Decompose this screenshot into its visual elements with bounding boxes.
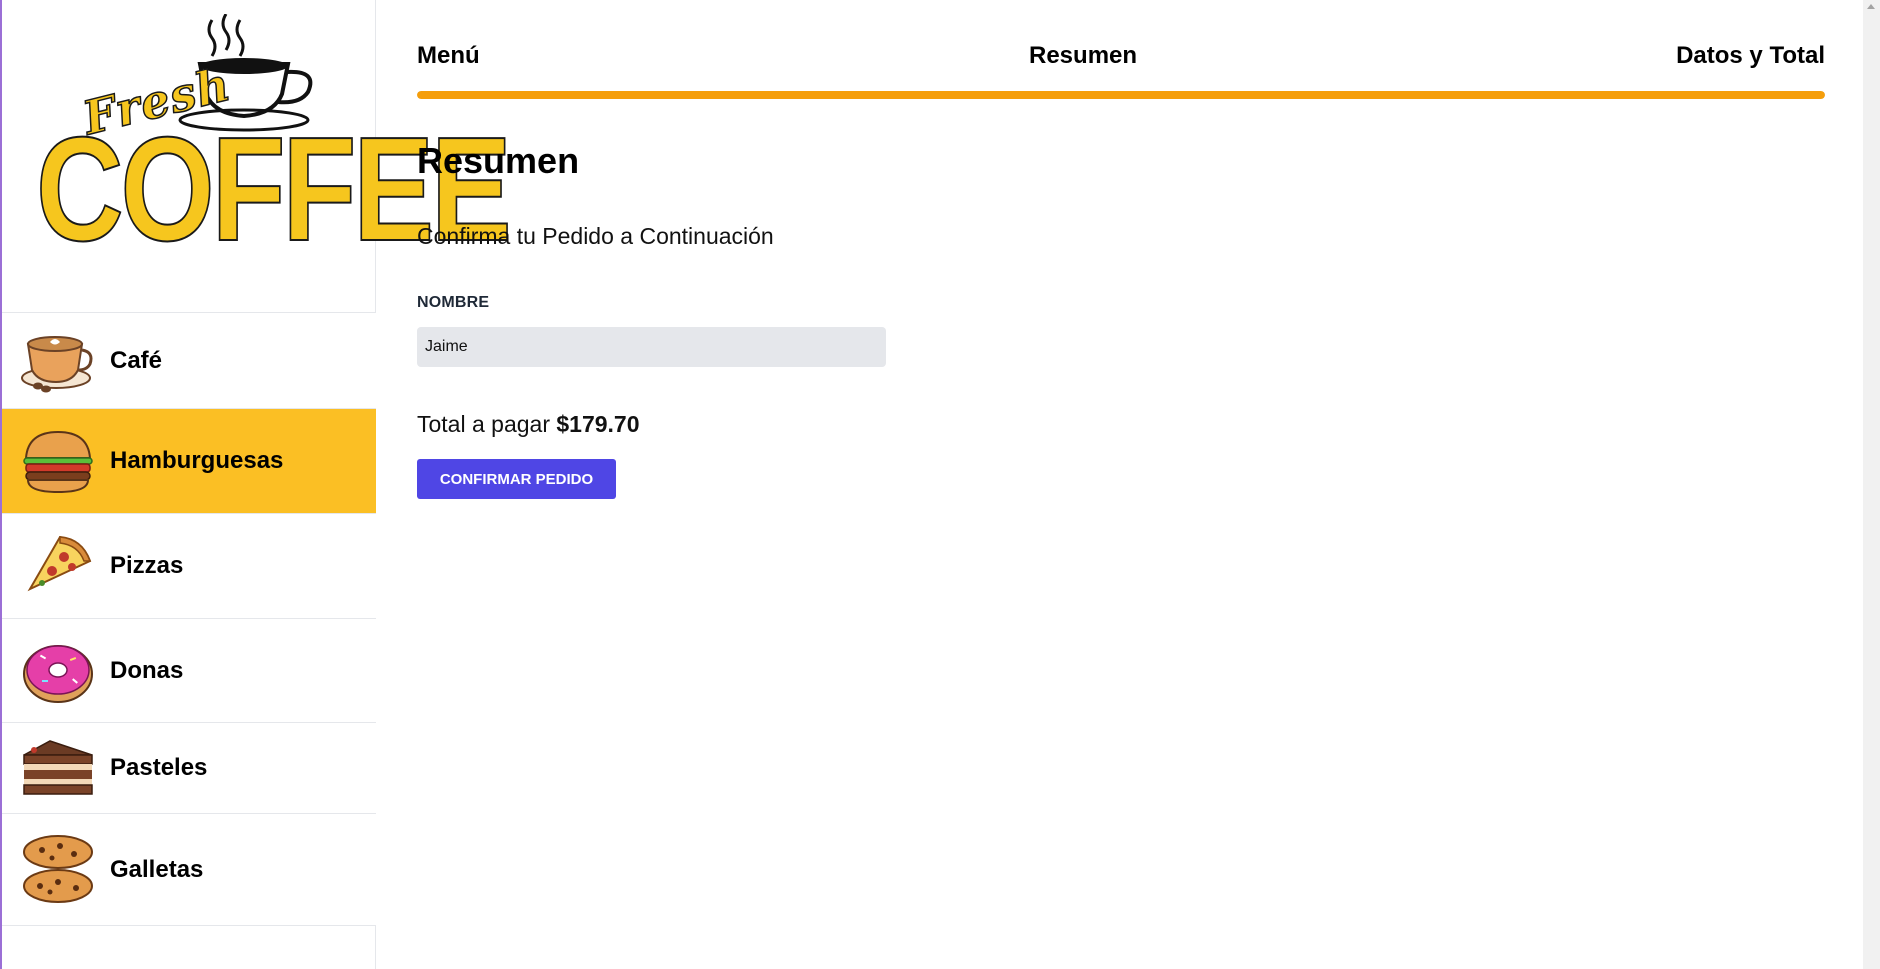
burger-icon — [20, 423, 96, 499]
sidebar-item-donas[interactable]: Donas — [2, 618, 376, 722]
page-subtitle: Confirma tu Pedido a Continuación — [417, 223, 774, 249]
sidebar-item-pizzas[interactable]: Pizzas — [2, 513, 376, 618]
name-field-label: Nombre — [417, 294, 490, 311]
donut-icon — [20, 633, 96, 709]
sidebar-item-cafe[interactable]: Café — [2, 312, 376, 408]
total-label: Total a pagar — [417, 411, 550, 437]
step-resumen[interactable]: Resumen — [1029, 42, 1137, 70]
sidebar-item-label: Pizzas — [110, 552, 184, 579]
cookies-icon — [20, 832, 96, 908]
sidebar-item-label: Galletas — [110, 855, 204, 883]
page-title: Resumen — [417, 140, 580, 181]
fresh-coffee-logo: Fresh COFFEE — [28, 14, 513, 284]
checkout-progress-fill — [417, 91, 1825, 99]
confirm-order-button[interactable]: Confirmar Pedido — [417, 459, 616, 499]
step-datos-total[interactable]: Datos y Total — [1676, 42, 1825, 70]
cake-slice-icon — [20, 730, 96, 806]
step-menu[interactable]: Menú — [417, 42, 480, 70]
category-nav: Café Hamburguesas Pizzas Donas Pasteles … — [2, 312, 376, 926]
total-amount: $179.70 — [556, 411, 640, 437]
sidebar-item-galletas[interactable]: Galletas — [2, 813, 376, 926]
checkout-steps: Menú Resumen Datos y Total — [417, 42, 1825, 72]
sidebar-item-hamburguesas[interactable]: Hamburguesas — [2, 408, 376, 513]
sidebar-item-label: Donas — [110, 656, 184, 684]
pizza-slice-icon — [20, 528, 96, 604]
sidebar-item-label: Hamburguesas — [110, 447, 284, 474]
sidebar-item-label: Café — [110, 346, 163, 374]
sidebar-item-pasteles[interactable]: Pasteles — [2, 722, 376, 813]
coffee-cup-icon — [20, 323, 96, 399]
name-field[interactable] — [417, 327, 886, 367]
sidebar-item-label: Pasteles — [110, 754, 208, 781]
sidebar: Fresh COFFEE Café Hamburguesas Pizzas Do… — [0, 0, 513, 969]
scroll-up-arrow-icon[interactable] — [1867, 4, 1875, 9]
order-total: Total a pagar $179.70 — [417, 411, 640, 438]
page-scrollbar[interactable] — [1863, 0, 1880, 969]
checkout-progress-bar — [417, 91, 1825, 99]
